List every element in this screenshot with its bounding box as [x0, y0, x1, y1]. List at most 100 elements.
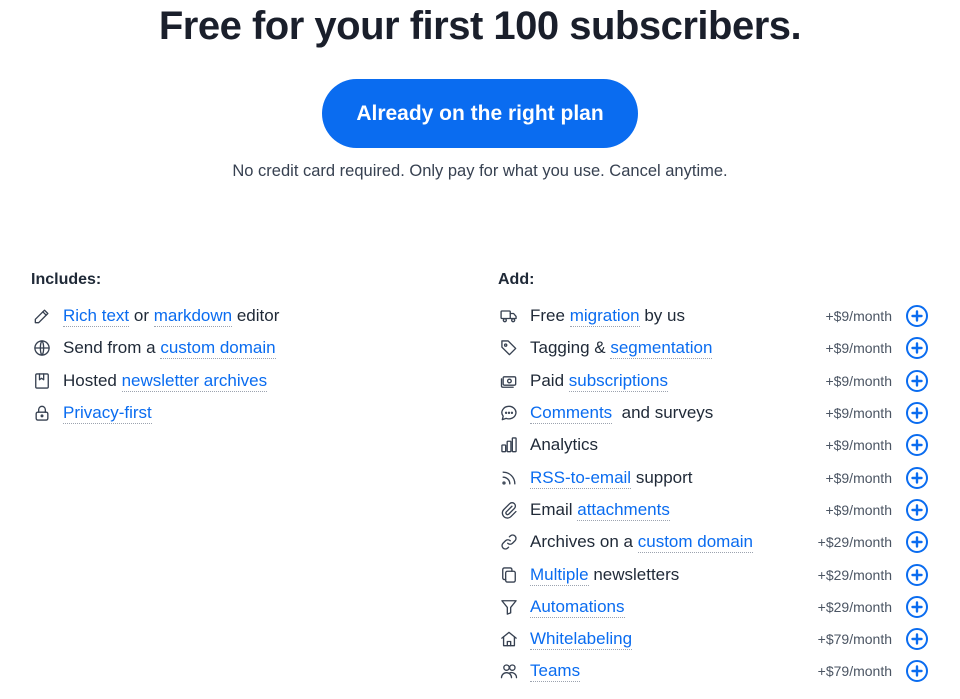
addon-row: Tagging & segmentation +$9/month	[498, 332, 930, 364]
row-label: Free migration by us	[530, 306, 685, 328]
feature-text: support	[631, 467, 693, 487]
includes-section: Includes: Rich text or markdown editor Se…	[31, 268, 451, 429]
plus-icon	[911, 536, 923, 548]
add-addon-button[interactable]	[906, 498, 928, 521]
cash-icon	[498, 370, 520, 392]
link-icon	[498, 531, 520, 553]
row-label: Paid subscriptions	[530, 370, 668, 392]
bar-chart-icon	[498, 434, 520, 456]
addon-price: +$9/month	[825, 501, 892, 518]
addon-price: +$29/month	[817, 534, 892, 551]
addon-price: +$9/month	[825, 469, 892, 486]
addons-section: Add: Free migration by us +$9/month Taggin…	[498, 268, 930, 688]
feature-text: Tagging &	[530, 338, 611, 358]
feature-link[interactable]: custom domain	[160, 338, 276, 360]
feature-link[interactable]: newsletter archives	[121, 370, 268, 392]
add-addon-button[interactable]	[906, 369, 928, 392]
feature-row: Hosted newsletter archives	[31, 365, 451, 397]
addon-price: +$9/month	[825, 340, 892, 357]
feature-link[interactable]: Privacy-first	[63, 403, 152, 425]
plus-icon	[911, 665, 923, 678]
row-label: Hosted newsletter archives	[63, 370, 268, 392]
feature-text: Email	[530, 499, 578, 519]
add-addon-button[interactable]	[906, 660, 928, 683]
plus-icon	[911, 439, 923, 452]
add-addon-button[interactable]	[906, 595, 928, 618]
plus-icon	[911, 407, 923, 419]
feature-link[interactable]: migration	[569, 306, 640, 328]
row-label: Analytics	[530, 435, 598, 455]
add-addon-button[interactable]	[906, 402, 928, 425]
page-headline: Free for your first 100 subscribers.	[158, 4, 802, 48]
feature-link[interactable]: attachments	[577, 499, 670, 521]
feature-link[interactable]: Comments	[530, 403, 613, 425]
includes-title: Includes:	[31, 271, 102, 288]
add-addon-button[interactable]	[906, 563, 928, 586]
feature-link[interactable]: Whitelabeling	[530, 629, 633, 651]
row-label: Multiple newsletters	[530, 564, 679, 586]
row-label: Send from a custom domain	[63, 338, 276, 360]
row-label: Tagging & segmentation	[530, 338, 713, 360]
addon-row: Analytics +$9/month	[498, 429, 930, 461]
book-icon	[31, 370, 53, 392]
add-addon-button[interactable]	[906, 305, 928, 328]
feature-text: Archives on a	[530, 532, 638, 552]
addon-price: +$79/month	[817, 631, 892, 648]
add-addon-button[interactable]	[906, 531, 928, 554]
feature-text: and surveys	[612, 403, 714, 423]
addon-row: Archives on a custom domain +$29/month	[498, 526, 930, 558]
feature-link[interactable]: Rich text	[63, 306, 130, 328]
chat-bubble-icon	[498, 402, 520, 424]
rss-icon	[498, 467, 520, 489]
addon-row: Teams +$79/month	[498, 655, 930, 687]
row-label: Comments and surveys	[530, 403, 714, 425]
row-label: RSS-to-email support	[530, 467, 693, 489]
addon-price: +$29/month	[817, 566, 892, 583]
plus-icon	[911, 601, 923, 613]
users-icon	[498, 660, 520, 682]
feature-text: Paid	[530, 370, 569, 390]
feature-link[interactable]: RSS-to-email	[530, 467, 632, 489]
plus-icon	[911, 504, 923, 516]
addon-row: Email attachments +$9/month	[498, 494, 930, 526]
plus-icon	[911, 471, 923, 484]
addon-price: +$9/month	[825, 372, 892, 389]
feature-link[interactable]: Automations	[530, 596, 625, 618]
addon-price: +$79/month	[817, 663, 892, 680]
addons-list: Free migration by us +$9/month Tagging & s…	[498, 300, 930, 688]
plus-icon	[911, 342, 923, 355]
row-label: Privacy-first	[63, 403, 152, 425]
feature-link[interactable]: Multiple	[530, 564, 589, 586]
pencil-square-icon	[31, 305, 53, 327]
includes-list: Rich text or markdown editor Send from a …	[31, 300, 451, 429]
filter-icon	[498, 596, 520, 618]
plus-icon	[911, 310, 923, 322]
plan-cta-button[interactable]: Already on the right plan	[322, 79, 638, 148]
feature-link[interactable]: markdown	[153, 306, 233, 328]
feature-link[interactable]: subscriptions	[568, 370, 668, 392]
plus-icon	[911, 633, 923, 645]
addon-row: Multiple newsletters +$29/month	[498, 558, 930, 590]
add-addon-button[interactable]	[906, 466, 928, 489]
feature-link[interactable]: custom domain	[637, 532, 754, 554]
lock-icon	[31, 402, 53, 424]
feature-text: editor	[232, 306, 280, 326]
addon-price: +$9/month	[825, 308, 892, 325]
addon-row: Whitelabeling +$79/month	[498, 623, 930, 655]
row-label: Rich text or markdown editor	[63, 306, 280, 328]
feature-text: Free	[530, 306, 570, 326]
feature-text: Hosted	[63, 370, 122, 390]
addon-row: Automations +$29/month	[498, 591, 930, 623]
feature-link[interactable]: segmentation	[610, 338, 713, 360]
add-addon-button[interactable]	[906, 628, 928, 651]
addon-row: Comments and surveys +$9/month	[498, 397, 930, 429]
feature-link[interactable]: Teams	[530, 661, 581, 683]
add-addon-button[interactable]	[906, 337, 928, 360]
truck-icon	[498, 305, 520, 327]
row-label: Archives on a custom domain	[530, 532, 754, 554]
add-addon-button[interactable]	[906, 434, 928, 457]
copy-icon	[498, 564, 520, 586]
addon-price: +$9/month	[825, 405, 892, 422]
tag-icon	[498, 337, 520, 359]
feature-text: by us	[639, 306, 685, 326]
